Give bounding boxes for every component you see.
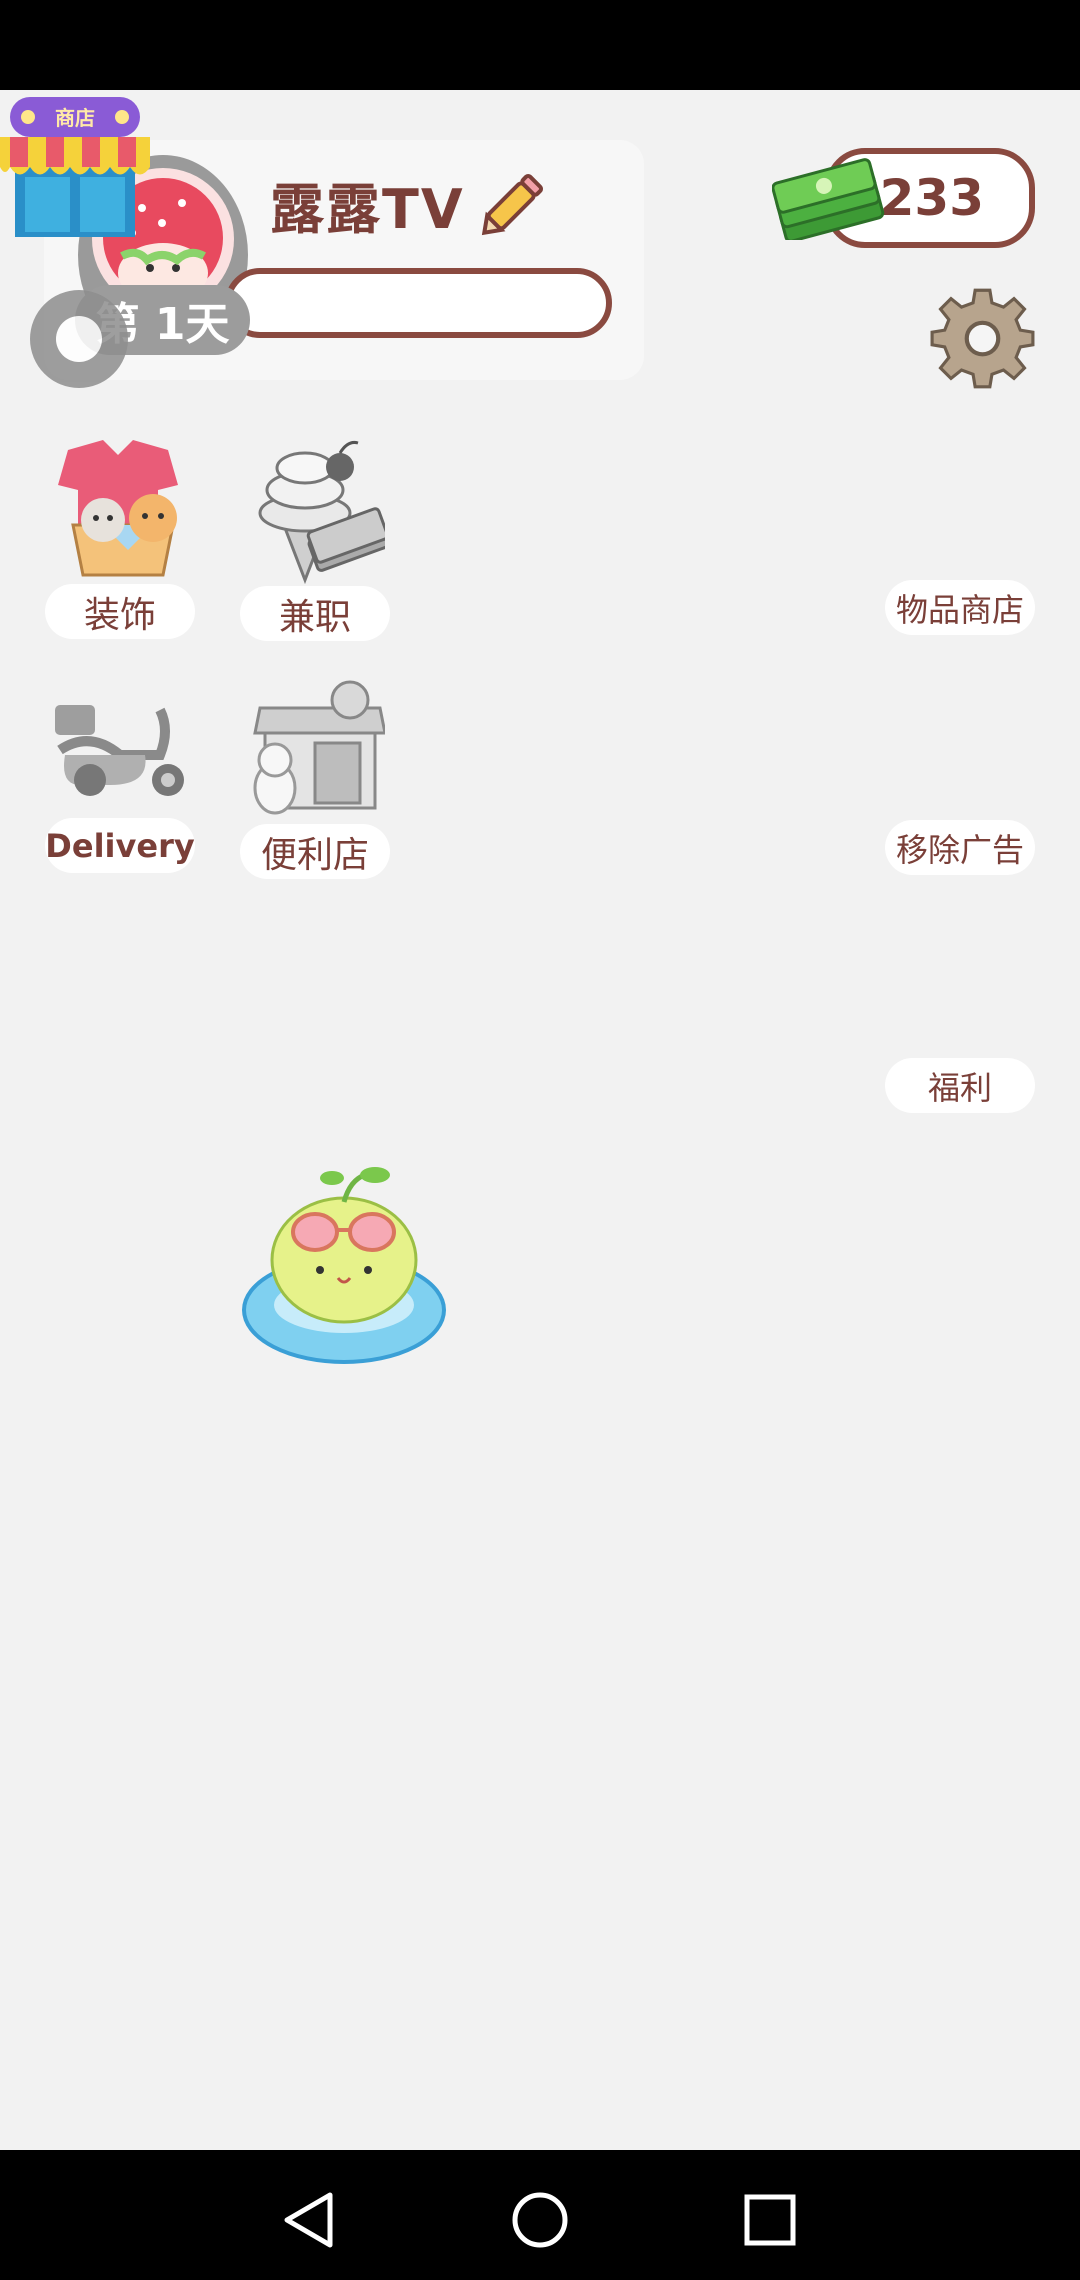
ice-cream-money-icon[interactable] <box>240 435 385 585</box>
convenience-store-icon[interactable] <box>245 678 385 818</box>
loading-spinner-icon <box>30 290 128 388</box>
shop-badge-label: 商店 <box>55 106 95 130</box>
clothes-cats-basket-icon[interactable] <box>48 440 193 580</box>
experience-progress-bar <box>225 268 612 338</box>
menu-item-shop[interactable]: 物品商店 <box>885 580 1035 635</box>
menu-label-convenience-store[interactable]: 便利店 <box>240 824 390 879</box>
menu-label-decor[interactable]: 装饰 <box>45 584 195 639</box>
menu-item-remove-ads[interactable]: 移除广告 <box>885 820 1035 875</box>
menu-label-parttime[interactable]: 兼职 <box>240 586 390 641</box>
cash-stack-icon <box>772 158 885 240</box>
recent-apps-square-icon[interactable] <box>735 2185 805 2255</box>
back-triangle-icon[interactable] <box>275 2185 345 2255</box>
scooter-icon[interactable] <box>50 700 195 800</box>
home-circle-icon[interactable] <box>505 2185 575 2255</box>
sprout-mascot-character-icon[interactable] <box>240 1160 450 1365</box>
shop-store-button[interactable]: 商店 <box>0 92 150 242</box>
status-bar <box>0 0 1080 90</box>
menu-label-delivery[interactable]: Delivery <box>45 818 195 873</box>
player-name: 露露TV <box>270 178 465 241</box>
settings-gear-icon[interactable] <box>930 285 1035 390</box>
menu-item-welfare[interactable]: 福利 <box>885 1058 1035 1113</box>
edit-pencil-icon[interactable] <box>478 168 550 238</box>
